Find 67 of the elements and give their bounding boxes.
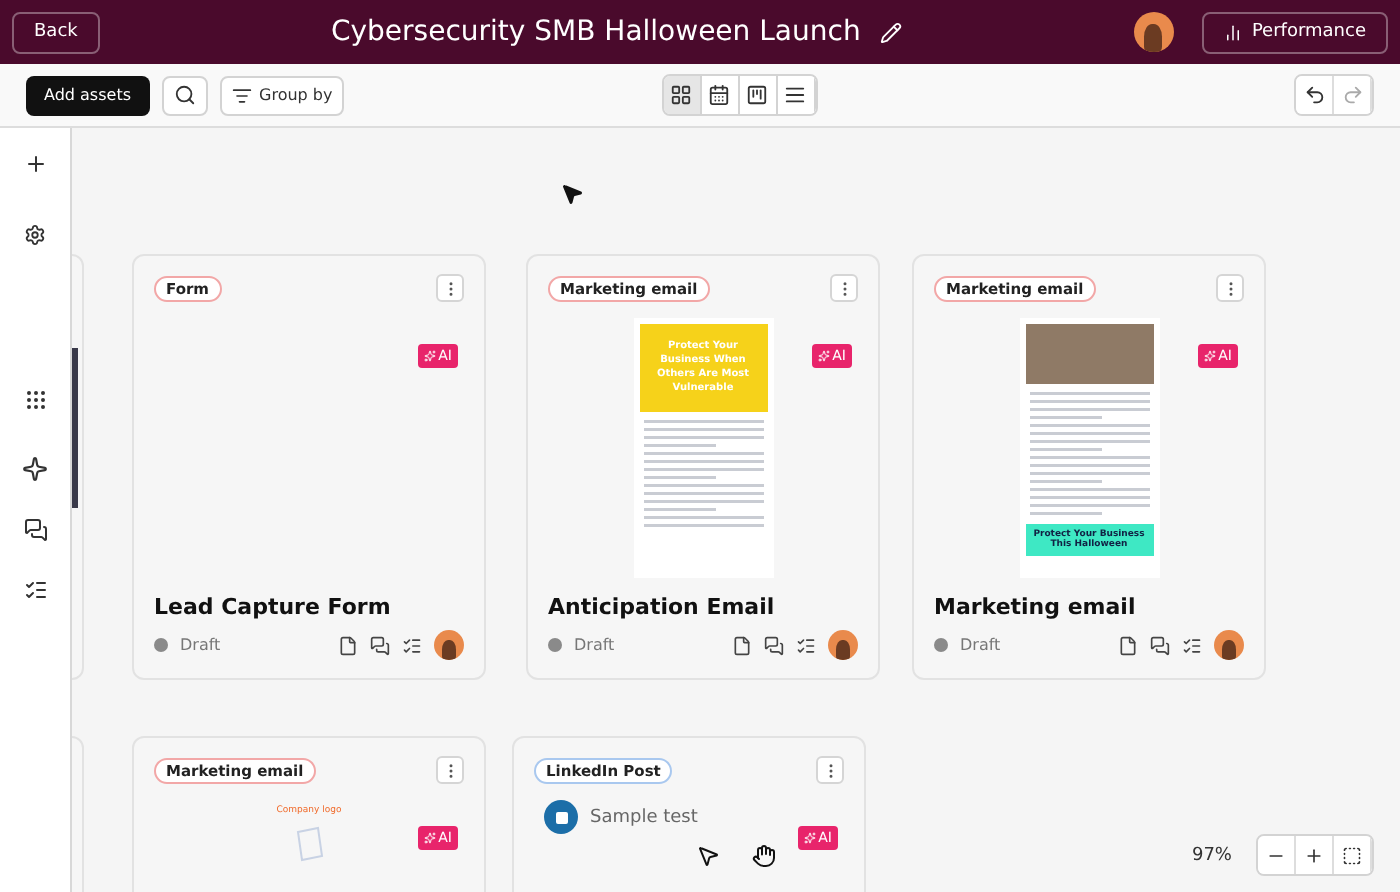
owner-avatar [828,630,858,660]
edit-icon[interactable] [880,21,903,43]
comments-icon[interactable] [764,635,784,655]
cursor-icon [560,182,584,206]
calendar-view-tab[interactable] [701,76,740,114]
document-icon[interactable] [1118,635,1138,655]
comments-icon[interactable] [23,518,47,542]
search-button[interactable] [161,75,207,115]
add-icon[interactable] [23,152,47,176]
pointer-icon [696,844,720,868]
filter-icon [231,85,251,105]
status-dot-icon [934,638,948,652]
sparkle-icon [424,350,437,362]
text-lines-drawing [1029,390,1149,518]
comments-icon[interactable] [1150,635,1170,655]
document-icon[interactable] [338,635,358,655]
checklist-icon[interactable] [23,578,47,602]
checklist-icon[interactable] [796,635,816,655]
board-view-tab[interactable] [739,76,778,114]
sparkle-icon [804,832,817,844]
add-assets-button[interactable]: Add assets [26,75,149,115]
document-icon[interactable] [732,635,752,655]
status-dot-icon [548,638,562,652]
board-icon [746,84,769,106]
list-view-tab[interactable] [777,76,816,114]
checklist-icon[interactable] [1182,635,1202,655]
user-avatar[interactable] [1133,12,1174,52]
redo-icon [1341,84,1363,106]
owner-avatar [1214,630,1244,660]
zoom-in-button[interactable] [1296,836,1334,874]
status-label: Draft [180,636,223,654]
undo-button[interactable] [1296,76,1334,114]
hand-icon [752,844,776,868]
card-title: Anticipation Email [548,594,777,620]
owner-avatar [434,630,464,660]
sparkle-icon[interactable] [22,456,48,482]
grid-view-tab[interactable] [663,76,702,114]
chart-icon [1223,23,1242,41]
grip-icon[interactable] [23,388,47,412]
undo-icon [1303,84,1325,106]
sparkle-icon [818,350,831,362]
performance-button[interactable]: Performance [1201,11,1388,53]
card-title: Lead Capture Form [154,594,393,620]
post-author: Sample test [590,807,698,827]
settings-icon[interactable] [24,224,46,246]
linkedin-avatar-icon [544,800,578,834]
back-button[interactable]: Back [12,11,100,53]
list-icon [784,84,807,106]
status-label: Draft [960,636,1003,654]
status-dot-icon [154,638,168,652]
sparkle-icon [424,832,437,844]
search-icon [173,84,195,106]
fit-view-button[interactable] [1334,836,1372,874]
calendar-icon [708,84,731,106]
status-label: Draft [574,636,617,654]
checklist-icon[interactable] [402,635,422,655]
grid-icon [670,84,693,106]
plus-icon [1304,845,1324,865]
text-lines-drawing [643,418,763,530]
comments-icon[interactable] [370,635,390,655]
card-title: Marketing email [934,594,1138,620]
sparkle-icon [1204,350,1217,362]
window-title: Cybersecurity SMB Halloween Launch [330,16,861,48]
dashed-square-icon [1342,845,1362,865]
photo-placeholder [1025,324,1153,384]
zoom-level: 97% [1191,845,1232,865]
group-by-button[interactable]: Group by [219,75,345,115]
